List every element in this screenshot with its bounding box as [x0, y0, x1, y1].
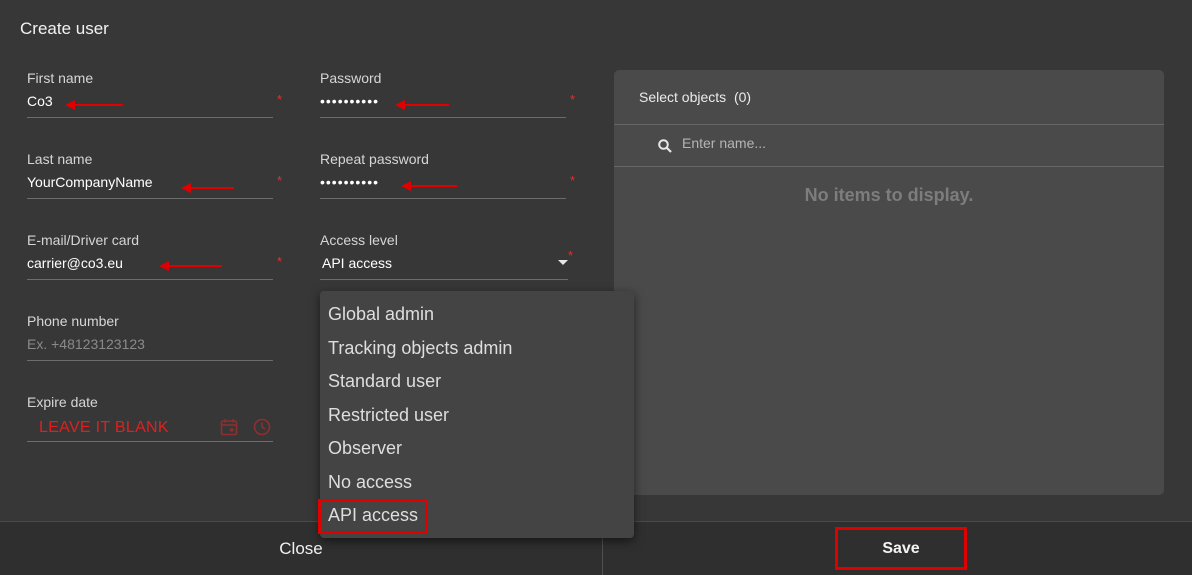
access-level-select[interactable]: Access level API access *	[320, 232, 573, 288]
leave-blank-annotation: LEAVE IT BLANK	[39, 419, 169, 436]
access-level-label: Access level	[320, 232, 398, 248]
last-name-label: Last name	[27, 151, 93, 167]
access-option[interactable]: No access	[328, 472, 412, 493]
required-marker: *	[570, 92, 576, 107]
phone-placeholder: Ex. +48123123123	[27, 336, 145, 352]
annotation-arrow	[65, 98, 125, 112]
first-name-label: First name	[27, 70, 94, 86]
panel-search-bar	[614, 125, 1164, 167]
field-underline	[27, 279, 273, 280]
annotation-highlight-box	[318, 499, 428, 534]
access-level-dropdown: Global admin Tracking objects admin Stan…	[318, 291, 634, 538]
field-underline	[27, 360, 273, 361]
repeat-password-label: Repeat password	[320, 151, 429, 167]
repeat-password-value: ••••••••••	[320, 174, 380, 190]
password-label: Password	[320, 70, 382, 86]
first-name-field[interactable]: First name Co3 *	[27, 70, 282, 126]
required-marker: *	[277, 254, 283, 269]
required-marker: *	[277, 92, 283, 107]
access-option[interactable]: Standard user	[328, 371, 441, 392]
required-marker: *	[570, 173, 576, 188]
access-option[interactable]: Tracking objects admin	[328, 338, 512, 359]
select-objects-panel: Select objects (0) No items to display.	[614, 70, 1164, 495]
expire-date-label: Expire date	[27, 394, 98, 410]
field-underline	[27, 198, 273, 199]
panel-title: Select objects (0)	[639, 89, 751, 105]
email-label: E-mail/Driver card	[27, 232, 140, 248]
field-underline	[320, 279, 568, 280]
annotation-arrow	[401, 179, 459, 193]
dialog-title: Create user	[20, 19, 109, 38]
save-button[interactable]: Save	[835, 527, 967, 570]
field-underline	[27, 117, 273, 118]
phone-label: Phone number	[27, 313, 119, 329]
field-underline	[27, 441, 273, 442]
selected-count: (0)	[733, 89, 752, 105]
annotation-arrow	[159, 259, 224, 273]
panel-title-text: Select objects	[639, 89, 727, 105]
last-name-value: YourCompanyName	[27, 174, 153, 190]
search-icon	[658, 139, 672, 158]
annotation-arrow	[181, 181, 236, 195]
field-underline	[320, 198, 566, 199]
access-option[interactable]: Global admin	[328, 304, 434, 325]
first-name-value: Co3	[27, 93, 53, 109]
access-option[interactable]: Observer	[328, 438, 402, 459]
empty-message: No items to display.	[804, 185, 974, 205]
clock-icon[interactable]	[253, 418, 271, 441]
last-name-field[interactable]: Last name YourCompanyName *	[27, 151, 282, 207]
field-underline	[320, 117, 566, 118]
email-value: carrier@co3.eu	[27, 255, 123, 271]
object-search-input[interactable]	[682, 135, 982, 151]
access-level-value: API access	[322, 255, 393, 271]
expire-date-field[interactable]: Expire date LEAVE IT BLANK	[27, 394, 273, 450]
chevron-down-icon[interactable]	[558, 260, 568, 265]
panel-header: Select objects (0)	[614, 70, 1164, 125]
required-marker: *	[568, 248, 574, 263]
calendar-icon[interactable]	[220, 418, 238, 441]
required-marker: *	[277, 173, 283, 188]
email-field[interactable]: E-mail/Driver card carrier@co3.eu *	[27, 232, 282, 288]
annotation-arrow	[395, 98, 451, 112]
access-option[interactable]: Restricted user	[328, 405, 449, 426]
phone-field[interactable]: Phone number Ex. +48123123123	[27, 313, 273, 369]
password-value: ••••••••••	[320, 93, 380, 109]
